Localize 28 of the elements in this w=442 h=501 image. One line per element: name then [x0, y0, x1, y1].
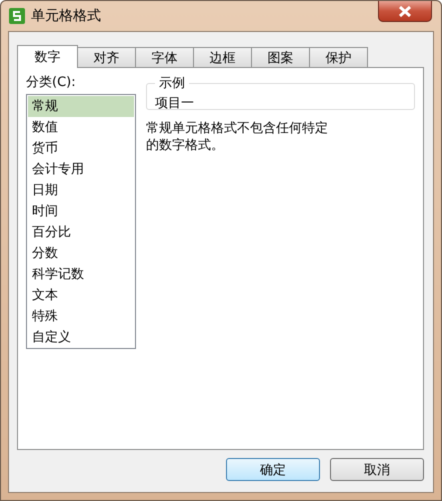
tab[interactable]: 边框	[193, 47, 252, 67]
cancel-button[interactable]: 取消	[330, 458, 424, 481]
list-item[interactable]: 特殊	[28, 306, 134, 327]
tab[interactable]: 图案	[251, 47, 310, 67]
list-item[interactable]: 科学记数	[28, 264, 134, 285]
list-item[interactable]: 常规	[28, 96, 134, 117]
close-icon	[397, 4, 413, 18]
sample-text: 项目一	[155, 96, 194, 111]
list-item[interactable]: 货币	[28, 138, 134, 159]
tab[interactable]: 保护	[309, 47, 368, 67]
list-item[interactable]: 百分比	[28, 222, 134, 243]
category-label: 分类(C):	[26, 74, 77, 92]
window-title: 单元格格式	[31, 7, 101, 25]
list-item[interactable]: 日期	[28, 180, 134, 201]
list-item[interactable]: 分数	[28, 243, 134, 264]
tab[interactable]: 字体	[135, 47, 194, 67]
list-item[interactable]: 时间	[28, 201, 134, 222]
list-item[interactable]: 自定义	[28, 327, 134, 348]
list-item[interactable]: 文本	[28, 285, 134, 306]
tab[interactable]: 数字	[17, 45, 78, 68]
app-icon	[9, 8, 25, 24]
tab[interactable]: 对齐	[77, 47, 136, 67]
group-title: 示例	[158, 75, 186, 92]
ok-button[interactable]: 确定	[226, 458, 320, 481]
description-text: 常规单元格格式不包含任何特定的数字格式。	[146, 120, 328, 154]
close-button[interactable]	[378, 1, 432, 22]
list-item[interactable]: 数值	[28, 117, 134, 138]
list-item[interactable]: 会计专用	[28, 159, 134, 180]
